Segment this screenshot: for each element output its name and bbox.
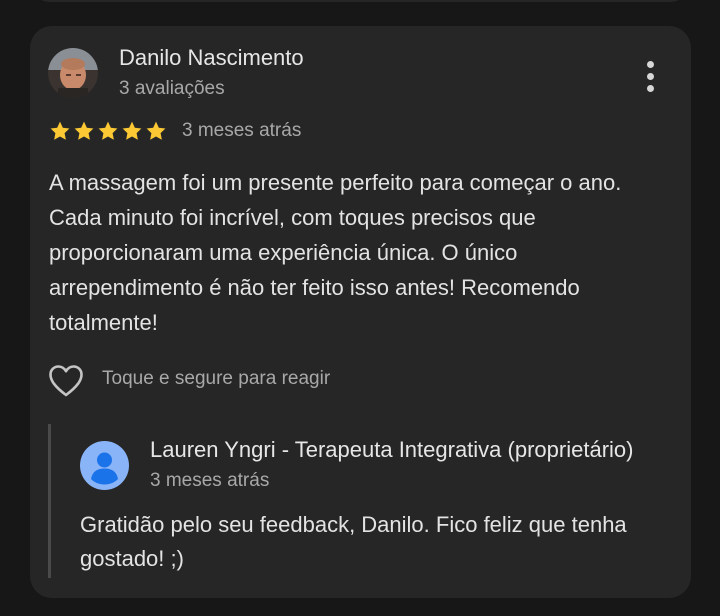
review-text: A massagem foi um presente perfeito para…: [49, 170, 622, 335]
owner-reply-text: Gratidão pelo seu feedback, Danilo. Fico…: [80, 512, 627, 571]
owner-reply-time: 3 meses atrás: [150, 470, 270, 491]
star-rating: [49, 120, 167, 142]
star-icon: [50, 121, 70, 140]
star-icon: [98, 121, 118, 140]
person-icon[interactable]: [80, 441, 129, 490]
author-name[interactable]: Danilo Nascimento: [119, 45, 304, 71]
review-time: 3 meses atrás: [182, 120, 302, 141]
owner-name: Lauren Yngri - Terapeuta Integrativa (pr…: [150, 437, 634, 462]
react-hint[interactable]: Toque e segure para reagir: [102, 368, 330, 390]
star-icon: [74, 121, 94, 140]
more-vert-icon[interactable]: [636, 56, 664, 96]
reply-divider: [48, 424, 51, 578]
react-button[interactable]: [48, 364, 84, 398]
star-icon: [146, 121, 166, 140]
author-review-count: 3 avaliações: [119, 78, 225, 99]
star-icon: [122, 121, 142, 140]
heart-outline-icon[interactable]: [48, 364, 84, 398]
author-avatar[interactable]: [48, 48, 98, 98]
previous-review-card: [30, 0, 690, 2]
